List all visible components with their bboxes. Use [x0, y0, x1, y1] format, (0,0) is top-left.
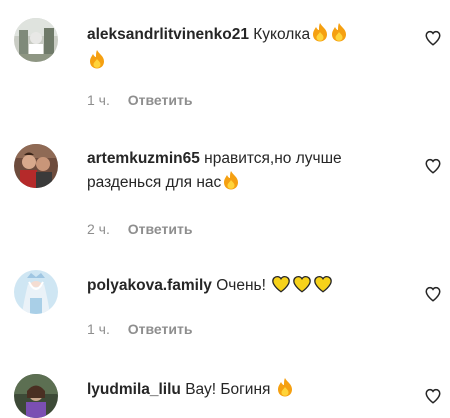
comment-username[interactable]: polyakova.family: [87, 277, 212, 294]
yellow-heart-emoji: [292, 275, 312, 300]
comment-text: Вау! Богиня: [185, 381, 271, 398]
comment-time: 2 ч.: [87, 221, 110, 237]
comment-meta: 1 ч. Ответить: [87, 321, 192, 337]
comment-item: lyudmila_lilu Вау! Богиня: [0, 360, 450, 418]
heart-outline-icon[interactable]: [424, 157, 444, 177]
comment-username[interactable]: artemkuzmin65: [87, 150, 200, 167]
comment-time: 1 ч.: [87, 92, 110, 108]
fire-emoji: [222, 170, 240, 197]
heart-outline-icon[interactable]: [424, 387, 444, 407]
comment-item: aleksandrlitvinenko21 Куколка 1 ч. Ответ…: [0, 0, 450, 125]
comment-text: Куколка: [253, 26, 311, 43]
comment-body: aleksandrlitvinenko21 Куколка: [87, 22, 387, 76]
comment-meta: 1 ч. Ответить: [87, 92, 192, 108]
avatar[interactable]: [14, 374, 58, 418]
fire-emoji: [88, 49, 106, 76]
reply-button[interactable]: Ответить: [128, 321, 193, 337]
fire-emoji: [311, 22, 329, 49]
yellow-heart-emoji: [313, 275, 333, 300]
avatar[interactable]: [14, 144, 58, 188]
avatar[interactable]: [14, 270, 58, 314]
comment-body: lyudmila_lilu Вау! Богиня: [87, 377, 387, 404]
comment-time: 1 ч.: [87, 321, 110, 337]
comment-text: Очень!: [216, 277, 266, 294]
fire-emoji: [276, 377, 294, 404]
comment-item: artemkuzmin65 нравится,но лучше разденьс…: [0, 125, 450, 250]
comment-username[interactable]: lyudmila_lilu: [87, 381, 181, 398]
comment-username[interactable]: aleksandrlitvinenko21: [87, 26, 249, 43]
reply-button[interactable]: Ответить: [128, 92, 193, 108]
comment-body: artemkuzmin65 нравится,но лучше разденьс…: [87, 148, 387, 197]
reply-button[interactable]: Ответить: [128, 221, 193, 237]
comment-item: polyakova.family Очень! 1 ч. Ответить: [0, 250, 450, 360]
fire-emoji: [330, 22, 348, 49]
heart-outline-icon[interactable]: [424, 29, 444, 49]
comment-body: polyakova.family Очень!: [87, 275, 387, 300]
heart-outline-icon[interactable]: [424, 285, 444, 305]
comment-meta: 2 ч. Ответить: [87, 221, 192, 237]
avatar[interactable]: [14, 18, 58, 62]
yellow-heart-emoji: [271, 275, 291, 300]
